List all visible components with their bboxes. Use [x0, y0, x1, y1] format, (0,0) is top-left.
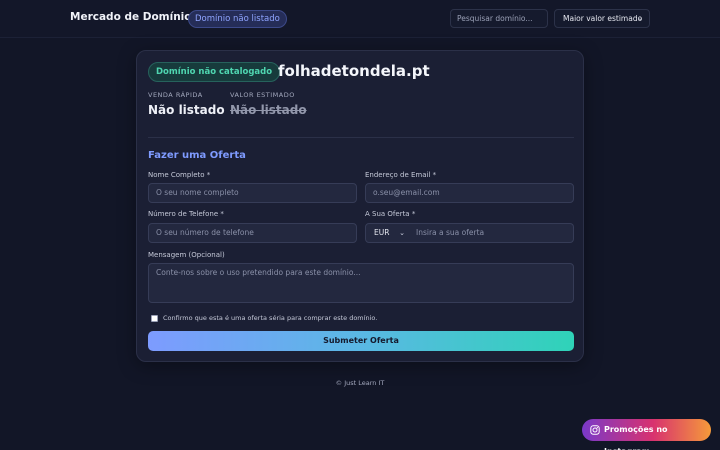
message-field[interactable]: Conte-nos sobre o uso pretendido para es…	[148, 263, 574, 303]
chevron-down-icon: ⌄	[399, 229, 405, 237]
instagram-promo-button[interactable]: Promoções no Instagram	[582, 419, 711, 450]
offer-section-title: Fazer uma Oferta	[148, 150, 246, 161]
chevron-down-icon: ⌄	[637, 14, 643, 22]
search-input[interactable]	[450, 9, 548, 28]
email-field[interactable]: o.seu@email.com	[365, 183, 574, 203]
estimated-value: Não listado	[230, 103, 307, 117]
instagram-icon	[590, 425, 600, 435]
divider	[148, 137, 574, 138]
unlisted-domain-pill: Domínio não listado	[188, 10, 287, 28]
offer-label: A Sua Oferta *	[365, 210, 416, 218]
sort-select[interactable]: Maior valor estimado ⌄	[554, 9, 650, 28]
estimated-value-label: VALOR ESTIMADO	[230, 91, 295, 99]
currency-value: EUR	[374, 228, 390, 237]
name-label: Nome Completo *	[148, 171, 211, 179]
sort-selected-value: Maior valor estimado	[563, 14, 643, 23]
name-field[interactable]: O seu nome completo	[148, 183, 357, 203]
email-label: Endereço de Email *	[365, 171, 437, 179]
confirm-checkbox[interactable]	[151, 315, 158, 322]
domain-card: Domínio não catalogado folhadetondela.pt…	[136, 50, 584, 362]
footer-copyright: © Just Learn IT	[335, 379, 385, 387]
quick-sale-label: VENDA RÁPIDA	[148, 91, 203, 99]
top-navigation-bar: Mercado de Domínios Domínio não listado …	[0, 0, 720, 38]
currency-select[interactable]: EUR ⌄	[365, 223, 411, 243]
message-label: Mensagem (Opcional)	[148, 251, 225, 259]
site-brand[interactable]: Mercado de Domínios	[70, 11, 198, 23]
phone-field[interactable]: O seu número de telefone	[148, 223, 357, 243]
confirm-label[interactable]: Confirmo que esta é uma oferta séria par…	[163, 314, 377, 322]
quick-sale-value: Não listado	[148, 103, 225, 117]
submit-offer-button[interactable]: Submeter Oferta	[148, 331, 574, 351]
domain-name: folhadetondela.pt	[278, 62, 430, 80]
phone-label: Número de Telefone *	[148, 210, 224, 218]
status-badge: Domínio não catalogado	[148, 62, 281, 82]
instagram-promo-label: Promoções no Instagram	[604, 425, 668, 450]
offer-amount-field[interactable]: Insira a sua oferta	[410, 223, 574, 243]
